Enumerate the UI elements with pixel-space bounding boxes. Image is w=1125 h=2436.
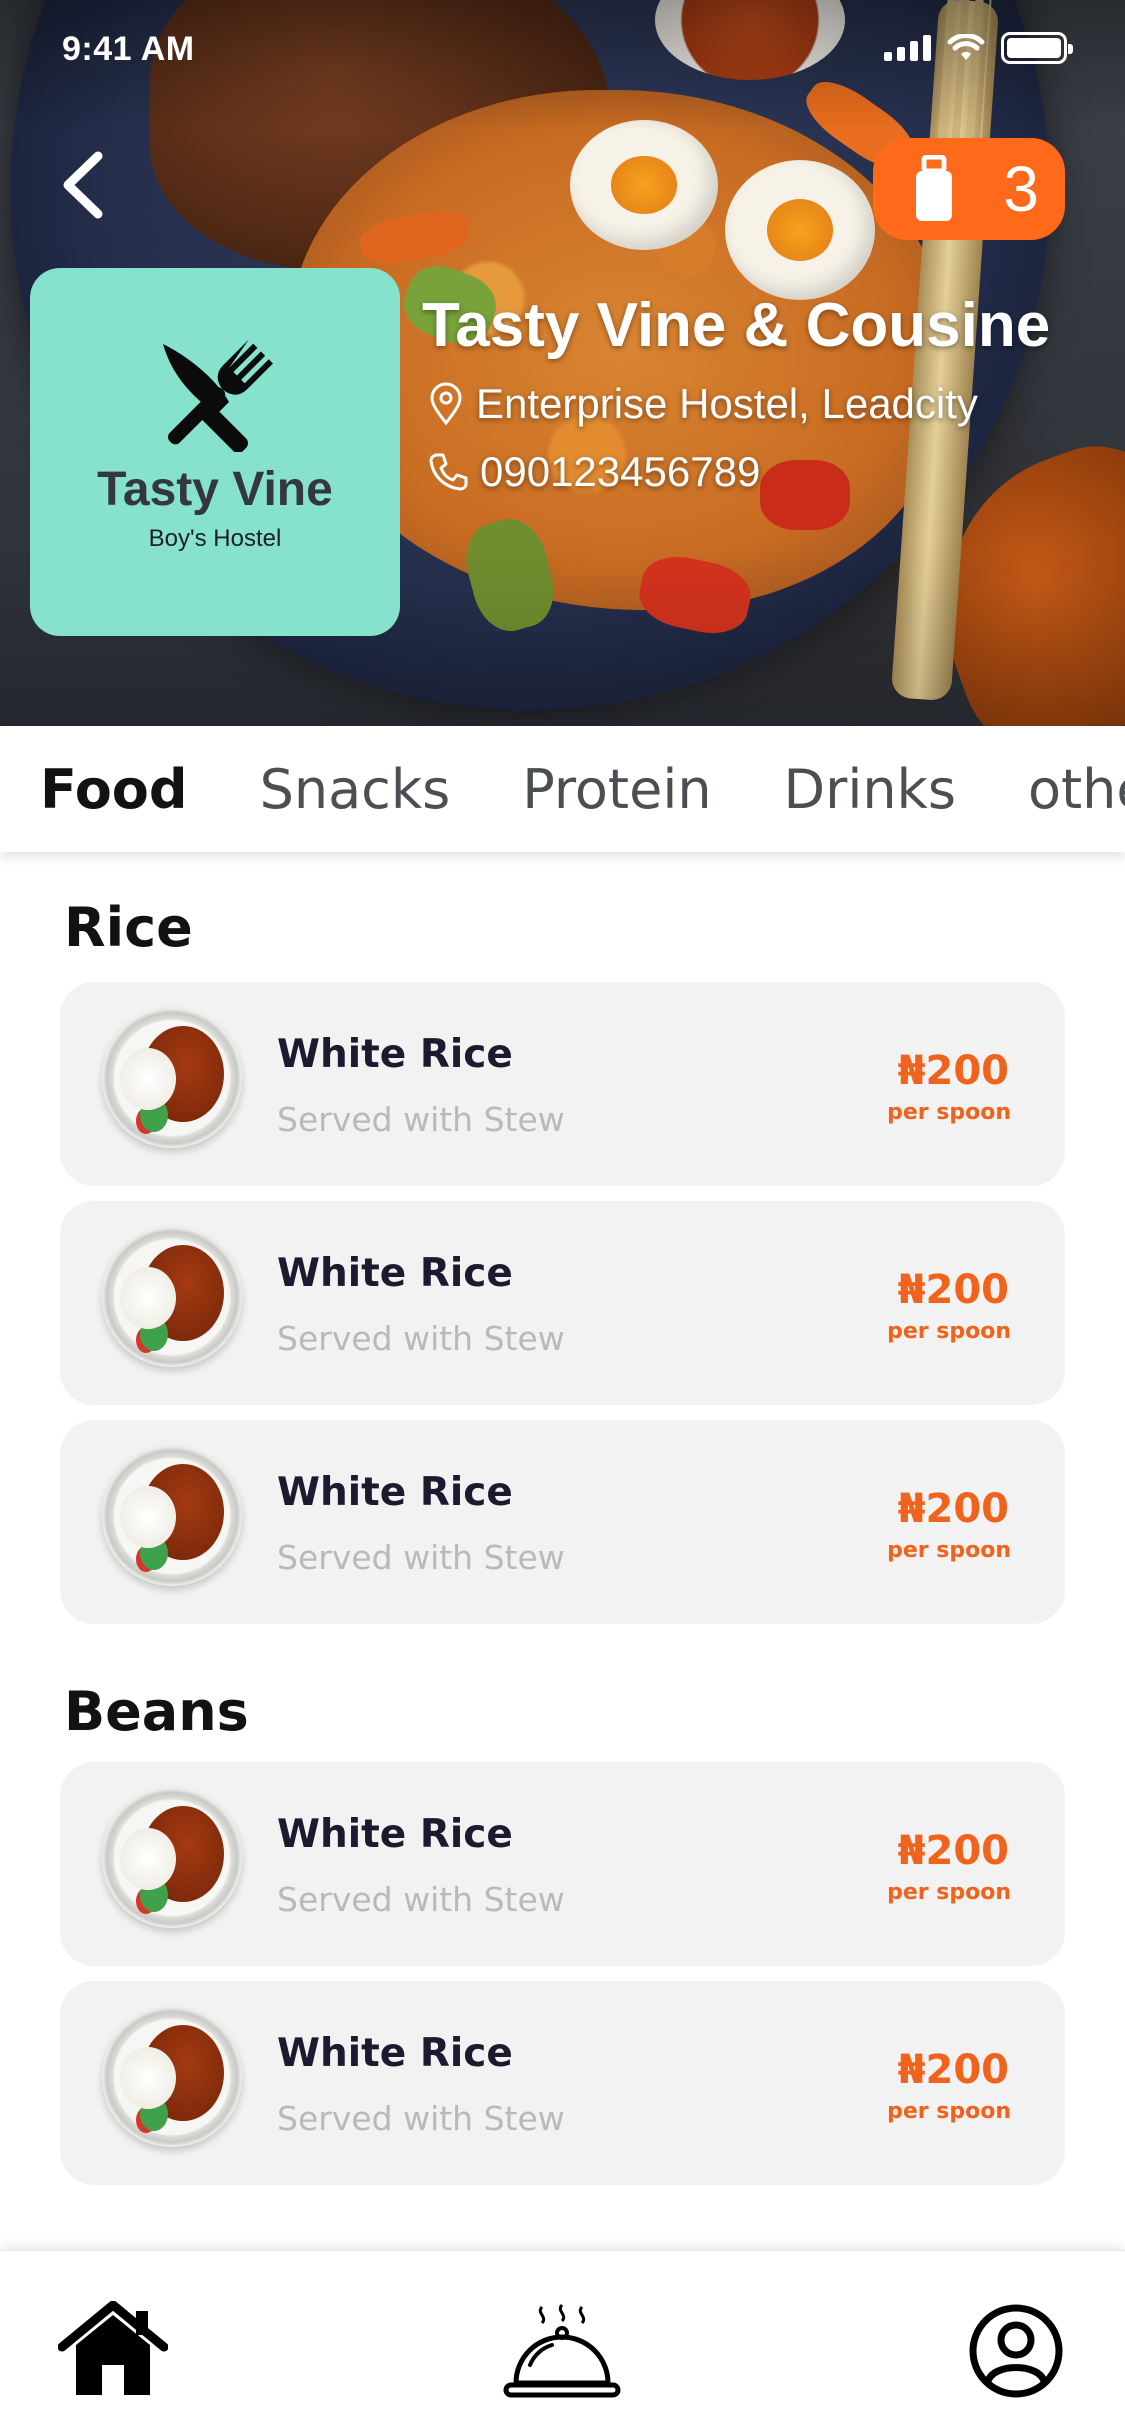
cart-button[interactable]: 3 — [873, 138, 1065, 240]
menu-item[interactable]: White Rice Served with Stew ₦200 per spo… — [60, 1762, 1065, 1966]
profile-icon — [969, 2304, 1063, 2398]
cutlery-icon — [163, 340, 273, 452]
tab-drinks[interactable]: Drinks — [784, 758, 956, 821]
restaurant-phone[interactable]: 090123456789 — [428, 448, 760, 496]
shopping-bag-icon — [916, 155, 952, 221]
item-description: Served with Stew — [277, 1100, 565, 1139]
item-name: White Rice — [277, 2031, 513, 2076]
cellular-signal-icon — [884, 35, 931, 61]
item-price: ₦200 — [897, 1486, 1009, 1532]
category-tabs: Food Snacks Protein Drinks other — [0, 726, 1125, 852]
wifi-icon — [947, 34, 985, 60]
item-description: Served with Stew — [277, 1538, 565, 1577]
menu-item[interactable]: White Rice Served with Stew ₦200 per spo… — [60, 982, 1065, 1186]
bottom-navigation — [0, 2250, 1125, 2436]
menu-item[interactable]: White Rice Served with Stew ₦200 per spo… — [60, 1201, 1065, 1405]
dish-image — [102, 1008, 242, 1148]
nav-profile-button[interactable] — [968, 2303, 1064, 2403]
status-icons — [884, 32, 1073, 64]
menu-item[interactable]: White Rice Served with Stew ₦200 per spo… — [60, 1981, 1065, 2185]
item-unit: per spoon — [887, 2099, 1011, 2124]
item-description: Served with Stew — [277, 1319, 565, 1358]
item-name: White Rice — [277, 1812, 513, 1857]
item-description: Served with Stew — [277, 1880, 565, 1919]
tab-protein[interactable]: Protein — [522, 758, 711, 821]
item-unit: per spoon — [887, 1100, 1011, 1125]
item-unit: per spoon — [887, 1538, 1011, 1563]
section-title-beans: Beans — [64, 1680, 249, 1743]
nav-home-button[interactable] — [57, 2300, 169, 2401]
tab-food[interactable]: Food — [40, 758, 188, 821]
restaurant-header: 9:41 AM 3 Tasty Vine Boy's Hostel Tasty … — [0, 0, 1125, 726]
home-icon — [57, 2300, 169, 2395]
item-name: White Rice — [277, 1251, 513, 1296]
chevron-left-icon — [63, 151, 103, 219]
item-price: ₦200 — [897, 1828, 1009, 1874]
item-price: ₦200 — [897, 1048, 1009, 1094]
menu-item[interactable]: White Rice Served with Stew ₦200 per spo… — [60, 1420, 1065, 1624]
dish-image — [102, 1446, 242, 1586]
item-name: White Rice — [277, 1032, 513, 1077]
item-price: ₦200 — [897, 2047, 1009, 2093]
item-price: ₦200 — [897, 1267, 1009, 1313]
battery-icon — [1001, 32, 1073, 64]
item-unit: per spoon — [887, 1319, 1011, 1344]
phone-icon — [429, 453, 468, 491]
item-unit: per spoon — [887, 1880, 1011, 1905]
dish-image — [102, 1788, 242, 1928]
nav-menu-button[interactable] — [502, 2303, 622, 2407]
tab-snacks[interactable]: Snacks — [260, 758, 451, 821]
status-time: 9:41 AM — [62, 30, 195, 68]
cart-count-badge: 3 — [1003, 153, 1039, 225]
dish-image — [102, 1227, 242, 1367]
restaurant-logo: Tasty Vine Boy's Hostel — [30, 268, 400, 636]
phone-text: 090123456789 — [480, 448, 761, 495]
restaurant-address: Enterprise Hostel, Leadcity — [428, 380, 978, 428]
tab-other[interactable]: other — [1028, 758, 1125, 821]
logo-subtitle: Boy's Hostel — [148, 525, 282, 552]
dish-image — [102, 2007, 242, 2147]
section-title-rice: Rice — [64, 896, 193, 959]
item-description: Served with Stew — [277, 2099, 565, 2138]
item-name: White Rice — [277, 1470, 513, 1515]
logo-title: Tasty Vine — [97, 463, 333, 516]
back-button[interactable] — [58, 150, 108, 220]
food-cloche-icon — [503, 2303, 621, 2398]
restaurant-name: Tasty Vine & Cousine — [422, 291, 1051, 360]
location-pin-icon — [430, 382, 462, 426]
address-text: Enterprise Hostel, Leadcity — [476, 380, 978, 427]
